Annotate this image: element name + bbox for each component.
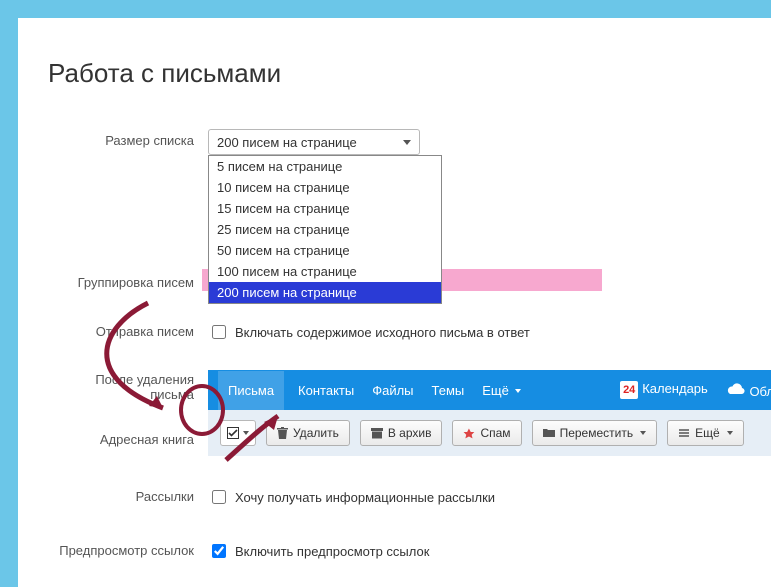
send-label: Отправка писем bbox=[48, 320, 208, 339]
preview-label: Предпросмотр ссылок bbox=[48, 539, 208, 560]
newsletters-checkbox-label: Хочу получать информационные рассылки bbox=[235, 490, 495, 505]
calendar-badge: 24 bbox=[620, 381, 638, 399]
list-size-value: 200 писем на странице bbox=[217, 135, 357, 150]
chevron-down-icon bbox=[403, 140, 411, 145]
list-size-select[interactable]: 200 писем на странице bbox=[208, 129, 420, 155]
address-book-label: Адресная книга bbox=[48, 428, 208, 447]
list-size-option-selected[interactable]: 200 писем на странице bbox=[209, 282, 441, 303]
tab-more[interactable]: Ещё bbox=[482, 383, 521, 398]
list-size-option[interactable]: 100 писем на странице bbox=[209, 261, 441, 282]
preview-checkbox[interactable] bbox=[212, 544, 226, 558]
list-size-option[interactable]: 5 писем на странице bbox=[209, 156, 441, 177]
tab-files[interactable]: Файлы bbox=[372, 383, 413, 398]
tab-contacts[interactable]: Контакты bbox=[298, 383, 354, 398]
preview-checkbox-label: Включить предпросмотр ссылок bbox=[235, 544, 429, 559]
list-size-option[interactable]: 50 писем на странице bbox=[209, 240, 441, 261]
list-size-option[interactable]: 10 писем на странице bbox=[209, 177, 441, 198]
list-size-label: Размер списка bbox=[48, 129, 208, 148]
after-delete-label: После удаления письма bbox=[48, 370, 208, 402]
list-size-option[interactable]: 25 писем на странице bbox=[209, 219, 441, 240]
cloud-icon bbox=[726, 382, 746, 399]
page-title: Работа с письмами bbox=[48, 58, 742, 89]
newsletters-label: Рассылки bbox=[48, 485, 208, 504]
tab-more-label: Ещё bbox=[482, 383, 509, 398]
newsletters-checkbox[interactable] bbox=[212, 490, 226, 504]
send-checkbox-label: Включать содержимое исходного письма в о… bbox=[235, 325, 530, 340]
tab-cloud[interactable]: Обл bbox=[726, 382, 771, 399]
chevron-down-icon bbox=[515, 389, 521, 393]
cloud-label: Обл bbox=[749, 384, 771, 399]
grouping-label: Группировка писем bbox=[48, 271, 208, 290]
tab-letters[interactable]: Письма bbox=[218, 371, 284, 410]
send-include-checkbox[interactable] bbox=[212, 325, 226, 339]
calendar-label: Календарь bbox=[642, 381, 708, 396]
list-size-dropdown[interactable]: 5 писем на странице 10 писем на странице… bbox=[208, 155, 442, 304]
tab-calendar[interactable]: 24 Календарь bbox=[620, 381, 708, 399]
list-size-option[interactable]: 15 писем на странице bbox=[209, 198, 441, 219]
tab-themes[interactable]: Темы bbox=[432, 383, 465, 398]
